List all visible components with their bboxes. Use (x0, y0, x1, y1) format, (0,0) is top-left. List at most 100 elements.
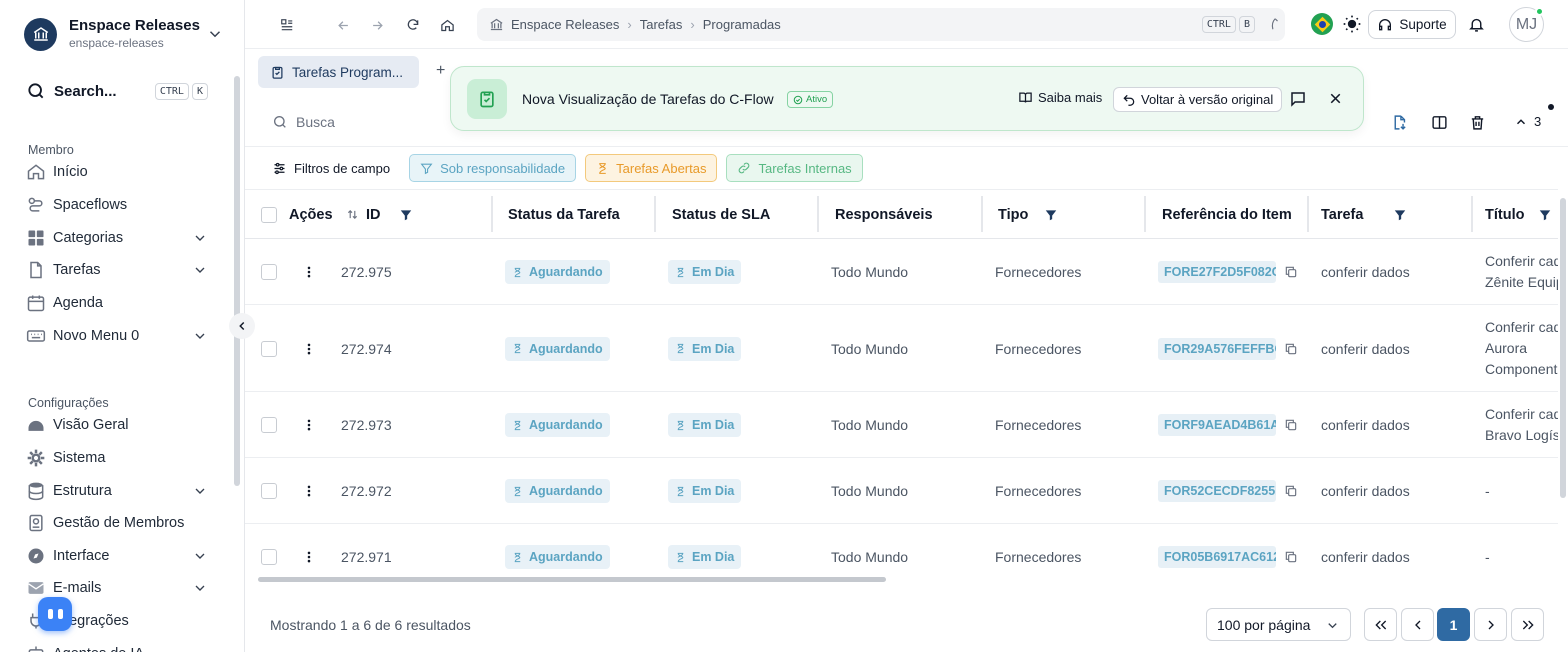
vertical-scrollbar[interactable] (1560, 198, 1566, 498)
sidebar-item-interface[interactable]: Interface (26, 543, 208, 569)
sidebar-item-novo-menu-0[interactable]: Novo Menu 0 (26, 323, 208, 349)
column-header-type[interactable]: Tipo (998, 190, 1058, 239)
column-header-task[interactable]: Tarefa (1321, 190, 1407, 239)
filter-icon[interactable] (1538, 208, 1552, 222)
filter-icon[interactable] (1044, 208, 1058, 222)
tab-tarefas-programadas[interactable]: Tarefas Program... (258, 56, 419, 88)
filter-icon[interactable] (399, 208, 413, 222)
breadcrumb-item[interactable]: Enspace Releases (511, 17, 619, 32)
learn-more-link[interactable]: Saiba mais (1018, 90, 1102, 105)
filter-chip-open-tasks[interactable]: Tarefas Abertas (585, 154, 718, 182)
next-page-button[interactable] (1474, 608, 1507, 641)
page-1-button[interactable]: 1 (1437, 608, 1470, 641)
home-icon[interactable] (437, 15, 457, 35)
column-divider[interactable] (817, 196, 819, 232)
item-reference-link[interactable]: FOR52CECDF8255F (1158, 480, 1276, 502)
column-header-id[interactable]: ID (347, 190, 413, 239)
column-divider[interactable] (491, 196, 493, 232)
field-filters-button[interactable]: Filtros de campo (262, 154, 400, 182)
collapse-sidebar-button[interactable] (229, 313, 255, 339)
filter-icon[interactable] (1393, 208, 1407, 222)
column-divider[interactable] (1307, 196, 1309, 232)
layout-toggle-icon[interactable] (277, 15, 297, 35)
assistant-bot-button[interactable] (38, 597, 72, 631)
close-icon[interactable] (1327, 90, 1344, 107)
item-reference-link[interactable]: FORF9AEAD4B61A9 (1158, 414, 1276, 436)
item-reference-link[interactable]: FOR05B6917AC6124 (1158, 546, 1276, 568)
last-page-button[interactable] (1511, 608, 1544, 641)
row-actions-button[interactable] (302, 392, 316, 458)
sidebar-item-agentes-de-ia[interactable]: Agentes de IA (26, 641, 208, 652)
copy-icon[interactable] (1284, 265, 1298, 279)
previous-page-button[interactable] (1401, 608, 1434, 641)
sidebar-item-estrutura[interactable]: Estrutura (26, 478, 208, 504)
filter-chip-internal-tasks[interactable]: Tarefas Internas (726, 154, 863, 182)
copy-icon[interactable] (1284, 342, 1298, 356)
filter-chip-label: Sob responsabilidade (440, 160, 566, 176)
breadcrumb-item[interactable]: Tarefas (640, 17, 683, 32)
table-row[interactable]: 272.975 Aguardando Em Dia Todo Mundo For… (245, 239, 1558, 305)
sidebar-item-gestao-de-membros[interactable]: Gestão de Membros (26, 510, 208, 536)
export-file-icon[interactable] (1389, 112, 1409, 132)
filter-chip-responsibility[interactable]: Sob responsabilidade (409, 154, 577, 182)
sidebar-item-inicio[interactable]: Início (26, 159, 208, 185)
column-header-task-status[interactable]: Status da Tarefa (508, 190, 620, 239)
forward-arrow-icon[interactable] (367, 15, 387, 35)
copy-icon[interactable] (1284, 418, 1298, 432)
sla-status-label: Em Dia (692, 484, 735, 498)
trash-icon[interactable] (1467, 112, 1487, 132)
sparkle-icon[interactable] (1267, 17, 1281, 31)
column-divider[interactable] (654, 196, 656, 232)
sidebar-item-categorias[interactable]: Categorias (26, 225, 208, 251)
brazil-flag-icon[interactable] (1311, 13, 1333, 35)
table-row[interactable]: 272.973 Aguardando Em Dia Todo Mundo For… (245, 392, 1558, 458)
table-row[interactable]: 272.972 Aguardando Em Dia Todo Mundo For… (245, 458, 1558, 524)
sidebar-item-sistema[interactable]: Sistema (26, 445, 208, 471)
back-arrow-icon[interactable] (333, 15, 353, 35)
columns-icon[interactable] (1429, 112, 1449, 132)
sidebar-item-tarefas[interactable]: Tarefas (26, 257, 208, 283)
item-reference-link[interactable]: FOR29A576FEFFBC4 (1158, 337, 1276, 360)
table-row[interactable]: 272.974 Aguardando Em Dia Todo Mundo For… (245, 305, 1558, 392)
support-button[interactable]: Suporte (1368, 10, 1456, 39)
sidebar-scrollbar[interactable] (234, 76, 240, 486)
add-tab-button[interactable]: + (436, 62, 445, 80)
refresh-icon[interactable] (403, 15, 423, 35)
per-page-select[interactable]: 100 por página (1206, 608, 1351, 641)
row-checkbox[interactable] (261, 549, 277, 565)
row-checkbox[interactable] (261, 417, 277, 433)
column-header-assignees[interactable]: Responsáveis (835, 190, 933, 239)
row-actions-button[interactable] (302, 305, 316, 392)
sidebar-item-visao-geral[interactable]: Visão Geral (26, 412, 208, 438)
column-header-title[interactable]: Título (1485, 190, 1552, 239)
row-actions-button[interactable] (302, 239, 316, 305)
copy-icon[interactable] (1284, 550, 1298, 564)
column-header-item-reference[interactable]: Referência do Item (1162, 190, 1292, 239)
column-divider[interactable] (1471, 196, 1473, 232)
revert-version-button[interactable]: Voltar à versão original (1113, 87, 1283, 112)
collapse-toggle[interactable]: 3 (1514, 114, 1541, 129)
first-page-button[interactable] (1364, 608, 1397, 641)
column-divider[interactable] (1144, 196, 1146, 232)
theme-toggle-icon[interactable] (1342, 14, 1362, 34)
bell-icon[interactable] (1466, 14, 1486, 34)
row-checkbox[interactable] (261, 264, 277, 280)
copy-icon[interactable] (1284, 484, 1298, 498)
column-divider[interactable] (981, 196, 983, 232)
breadcrumb-separator: › (627, 17, 632, 32)
sidebar-search[interactable]: Search... CTRL K (26, 78, 208, 104)
sidebar-item-agenda[interactable]: Agenda (26, 290, 208, 316)
horizontal-scrollbar[interactable] (258, 577, 886, 582)
workspace-switcher[interactable]: Enspace Releases enspace-releases (24, 14, 224, 54)
row-actions-button[interactable] (302, 458, 316, 524)
row-checkbox[interactable] (261, 340, 277, 357)
column-header-sla-status[interactable]: Status de SLA (672, 190, 770, 239)
breadcrumb-item[interactable]: Programadas (703, 17, 781, 32)
kbd-ctrl: CTRL (1201, 16, 1236, 33)
select-all-checkbox[interactable] (261, 206, 277, 223)
feedback-chat-icon[interactable] (1289, 90, 1307, 108)
row-checkbox[interactable] (261, 483, 277, 499)
sidebar-item-label: E-mails (53, 580, 102, 596)
sidebar-item-spaceflows[interactable]: Spaceflows (26, 192, 208, 218)
item-reference-link[interactable]: FORE27F2D5F082C4 (1158, 261, 1276, 283)
